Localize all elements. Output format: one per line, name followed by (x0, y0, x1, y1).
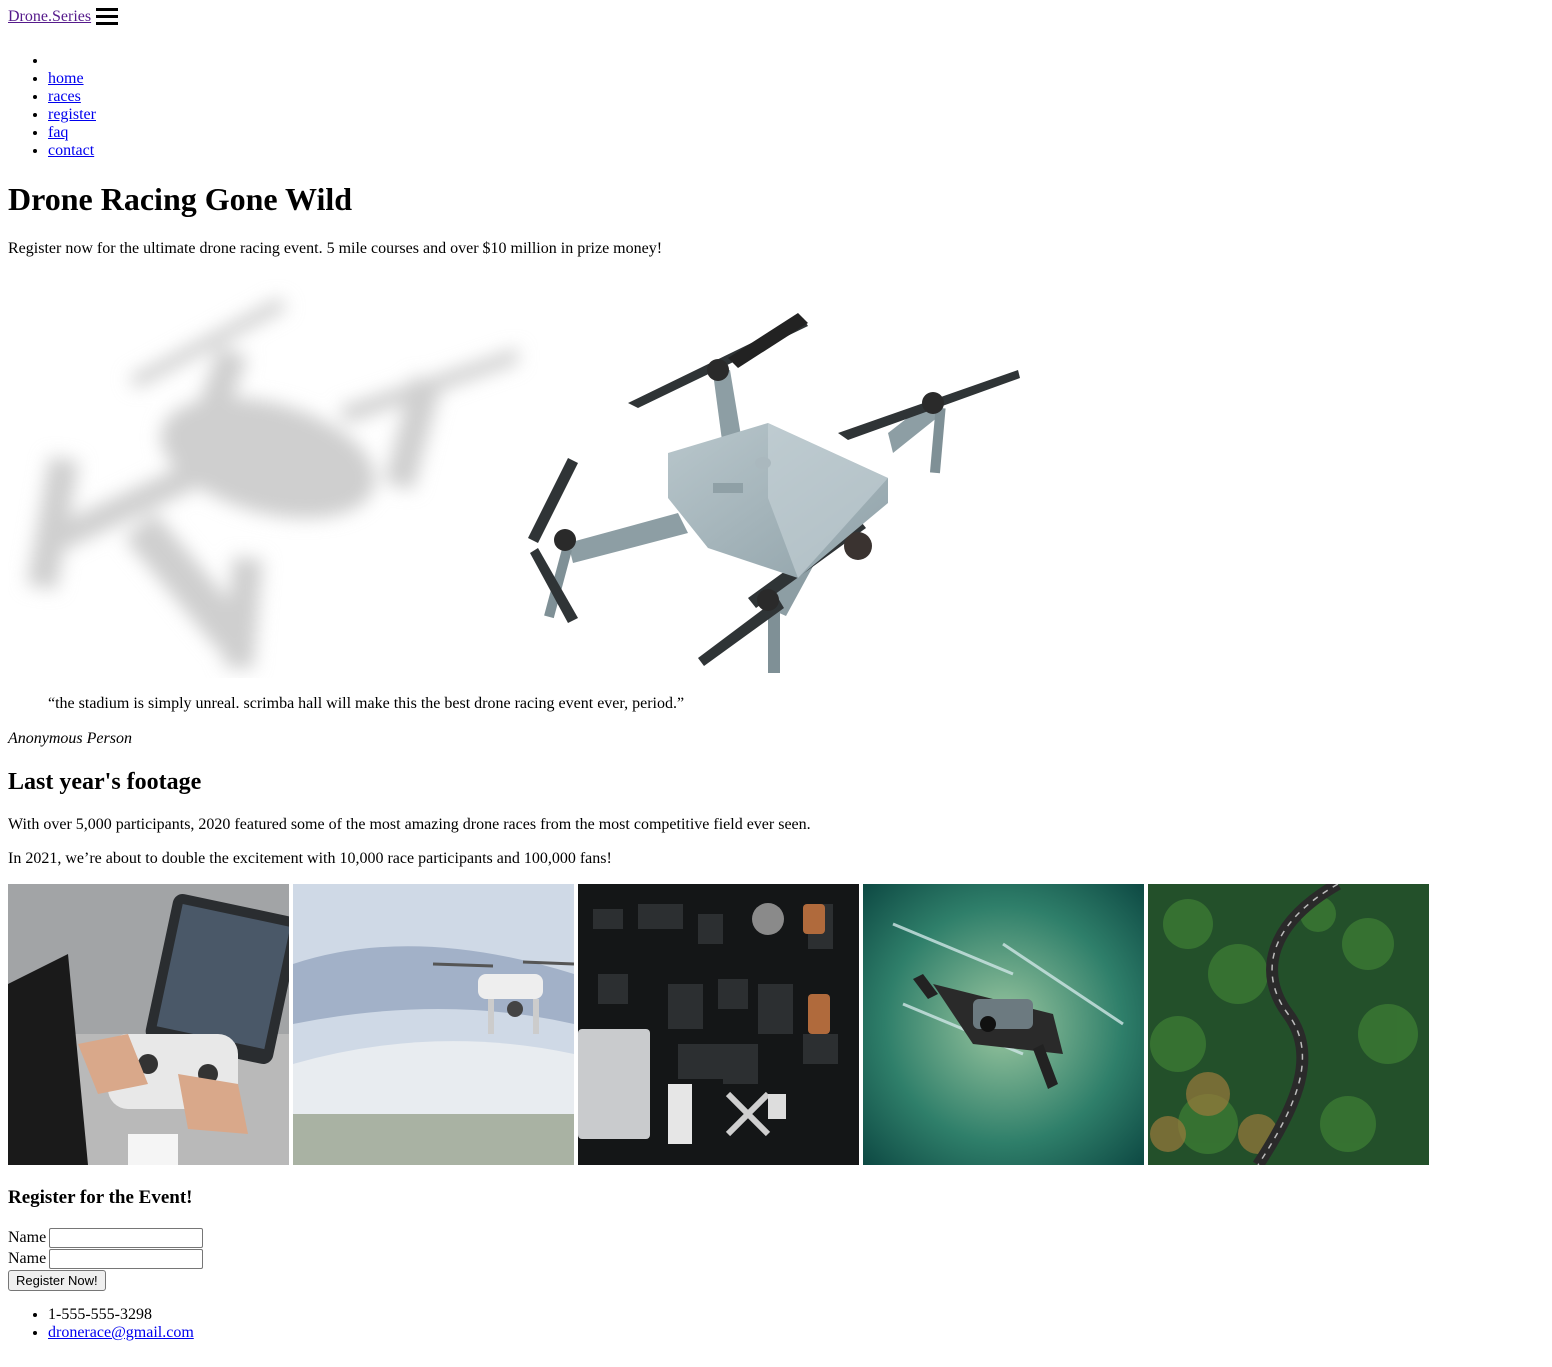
contact-list: 1-555-555-3298 dronerace@gmail.com (8, 1306, 194, 1342)
hero-tagline: Register now for the ultimate drone raci… (8, 240, 663, 257)
name-field-2[interactable] (49, 1249, 203, 1269)
nav-link-faq[interactable]: faq (48, 124, 68, 141)
testimonial-author: Anonymous Person (8, 730, 132, 747)
nav-item-races: races (48, 88, 96, 106)
gallery-image-forest-road (1148, 884, 1429, 1165)
gallery-image-camera-gear (578, 884, 859, 1165)
contact-phone: 1-555-555-3298 (48, 1306, 194, 1324)
nav-link-home[interactable]: home (48, 70, 84, 87)
nav-item-faq: faq (48, 124, 96, 142)
gallery-image-green-drone (863, 884, 1144, 1165)
nav-empty-item (48, 52, 96, 70)
gallery-image-controller (8, 884, 289, 1165)
nav-link-contact[interactable]: contact (48, 142, 94, 159)
nav-item-home: home (48, 70, 96, 88)
register-now-button[interactable]: Register Now! (8, 1270, 106, 1291)
name-field-2-label: Name (8, 1250, 47, 1267)
nav-item-contact: contact (48, 142, 96, 160)
drone-photo-shape (528, 313, 1020, 673)
name-field-1[interactable] (49, 1228, 203, 1248)
name-field-1-label: Name (8, 1229, 47, 1246)
drone-shadow-shape (26, 298, 518, 670)
contact-email-link[interactable]: dronerace@gmail.com (48, 1324, 194, 1341)
footage-paragraph-2: In 2021, we’re about to double the excit… (8, 850, 612, 867)
footage-heading: Last year's footage (8, 769, 202, 795)
nav-item-register: register (48, 106, 96, 124)
contact-email-item: dronerace@gmail.com (48, 1324, 194, 1342)
gallery-image-flying-drone (293, 884, 574, 1165)
register-heading: Register for the Event! (8, 1187, 193, 1208)
hero-drone-image (26, 298, 1020, 673)
page-title: Drone Racing Gone Wild (8, 181, 353, 217)
site-logo-link[interactable]: Drone.Series (8, 8, 91, 26)
nav-link-races[interactable]: races (48, 88, 81, 105)
hamburger-menu-icon[interactable] (96, 7, 118, 25)
main-nav: home races register faq contact (8, 52, 96, 160)
footage-paragraph-1: With over 5,000 participants, 2020 featu… (8, 816, 811, 833)
nav-link-register[interactable]: register (48, 106, 96, 123)
testimonial-quote: “the stadium is simply unreal. scrimba h… (48, 695, 685, 712)
